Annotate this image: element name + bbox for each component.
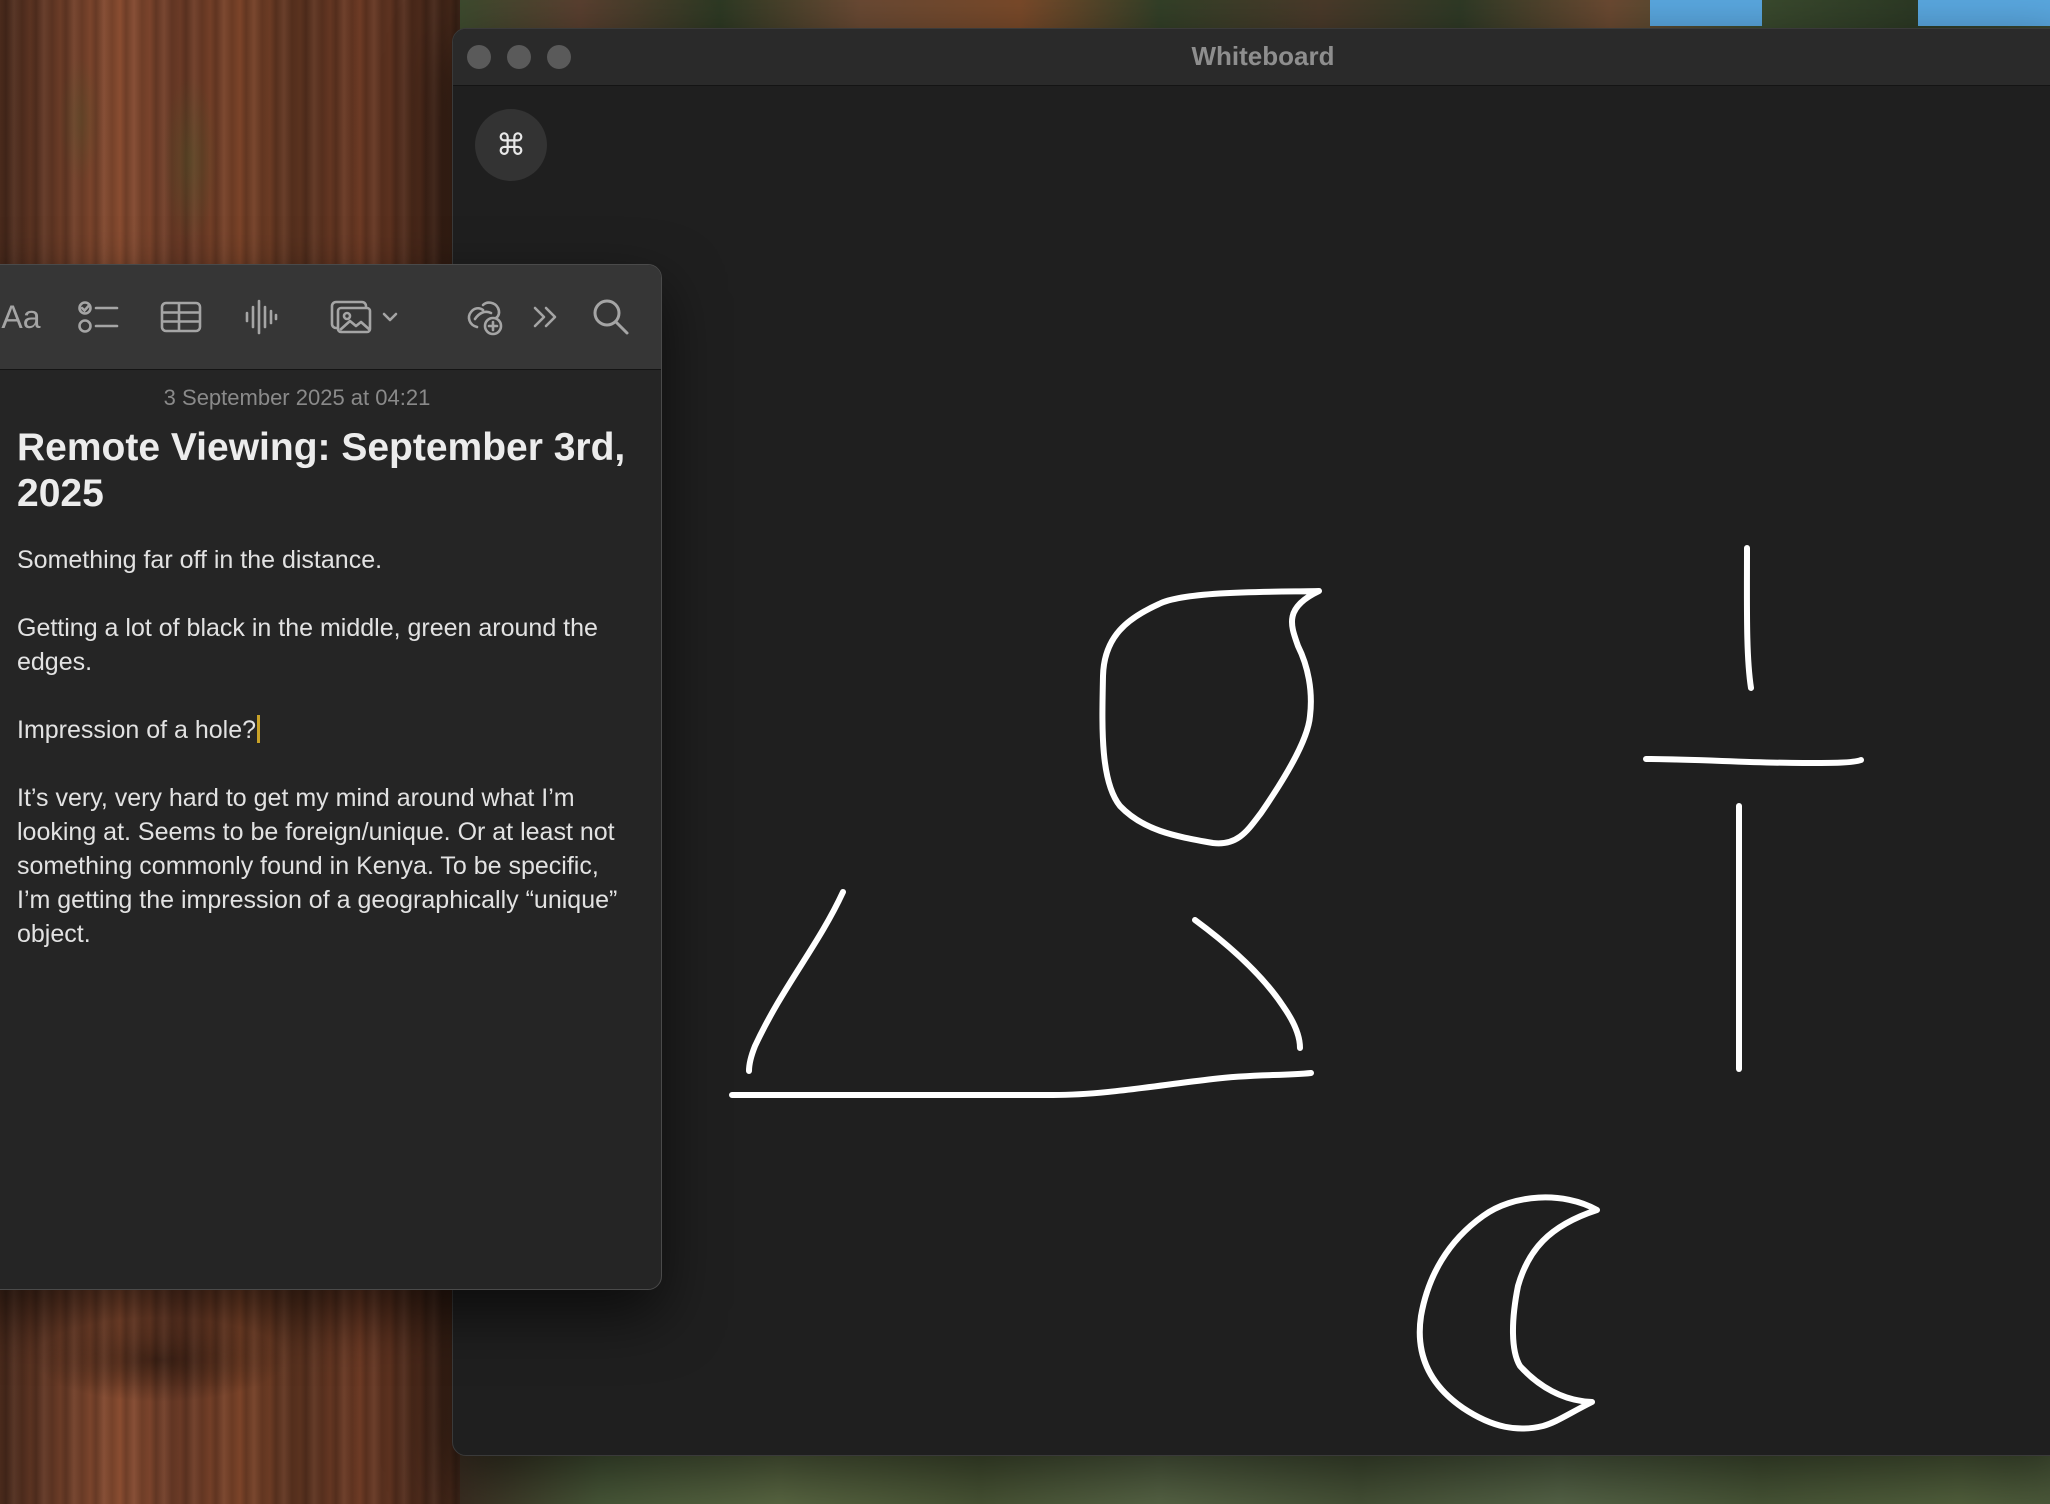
command-palette-button[interactable]: ⌘ — [475, 109, 547, 181]
note-title[interactable]: Remote Viewing: September 3rd, 2025 — [17, 425, 637, 517]
whiteboard-canvas[interactable] — [453, 86, 2050, 1455]
notes-window[interactable]: Aa 3 September 2025 at 04:21 Remote View… — [0, 264, 662, 1290]
note-paragraph[interactable]: Getting a lot of black in the middle, gr… — [17, 611, 637, 679]
insert-media-button[interactable] — [325, 295, 405, 339]
collaborate-button[interactable] — [463, 295, 507, 339]
collaborate-icon — [467, 301, 503, 336]
note-paragraph[interactable]: Something far off in the distance. — [17, 543, 637, 577]
forest-background-bottom — [460, 1450, 2050, 1504]
note-editor[interactable]: 3 September 2025 at 04:21 Remote Viewing… — [17, 385, 637, 985]
command-icon: ⌘ — [496, 127, 526, 163]
search-button[interactable] — [591, 295, 631, 339]
circle-sketch — [1099, 588, 1322, 847]
note-paragraph[interactable]: Impression of a hole? — [17, 713, 637, 747]
canvas-drawing-layer — [729, 545, 1864, 1432]
format-text-button[interactable]: Aa — [0, 295, 43, 339]
chevron-down-icon — [382, 312, 398, 322]
format-text-label: Aa — [1, 298, 41, 335]
sky-patch — [1650, 0, 1762, 26]
checklist-icon — [78, 301, 119, 333]
triangle-sketch-left-line — [746, 889, 846, 1074]
table-icon — [160, 301, 202, 333]
triangle-sketch-base-line — [729, 1070, 1314, 1098]
whiteboard-window[interactable]: Whiteboard ⌘ — [452, 28, 2050, 1456]
table-button[interactable] — [159, 295, 203, 339]
media-icon — [330, 300, 372, 334]
triangle-sketch-right-line — [1192, 917, 1303, 1051]
whiteboard-titlebar[interactable]: Whiteboard — [453, 29, 2050, 86]
cross-sketch-top-line — [1743, 545, 1754, 691]
window-title-text: Whiteboard — [1191, 41, 1335, 71]
crescent-sketch — [1416, 1194, 1600, 1432]
audio-icon — [245, 299, 278, 335]
checklist-button[interactable] — [77, 295, 121, 339]
search-icon — [593, 299, 629, 335]
more-icon — [533, 306, 557, 328]
more-toolbar-button[interactable] — [529, 295, 563, 339]
notes-toolbar: Aa — [0, 265, 661, 370]
sky-patch — [1918, 0, 2050, 26]
audio-button[interactable] — [243, 295, 279, 339]
note-paragraph-text: Impression of a hole? — [17, 716, 257, 744]
text-caret — [257, 715, 261, 743]
note-date: 3 September 2025 at 04:21 — [163, 385, 431, 410]
cross-sketch-horizontal-line — [1643, 756, 1864, 766]
note-paragraph[interactable]: It’s very, very hard to get my mind arou… — [17, 781, 637, 951]
window-title: Whiteboard — [453, 41, 2050, 72]
